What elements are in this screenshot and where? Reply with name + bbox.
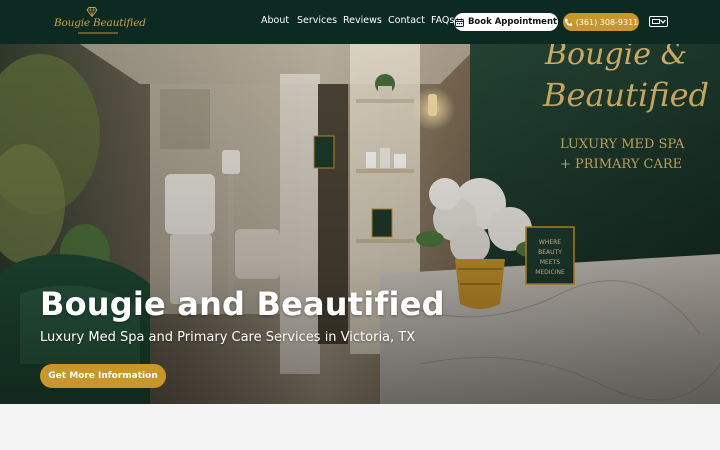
calendar-icon (454, 18, 464, 27)
phone-label: (361) 308-9311 (575, 17, 639, 27)
nav-contact[interactable]: Contact (388, 15, 425, 26)
hero-background-image: Bougie & Beautified LUXURY MED SPA + PRI… (0, 44, 720, 404)
hero-section: Bougie & Beautified LUXURY MED SPA + PRI… (0, 44, 720, 404)
phone-button[interactable]: (361) 308-9311 (563, 13, 639, 31)
nav-about[interactable]: About (261, 15, 289, 26)
phone-icon (564, 18, 572, 26)
logo-text: Bougie Beautified (54, 17, 146, 29)
chevron-down-icon (660, 19, 666, 24)
book-appointment-label: Book Appointment (467, 17, 558, 27)
flag-icon (652, 19, 660, 24)
diamond-icon (86, 7, 98, 17)
book-appointment-button[interactable]: Book Appointment (454, 13, 558, 31)
logo-tagline-line (78, 32, 118, 34)
hero-subtitle: Luxury Med Spa and Primary Care Services… (40, 330, 416, 345)
get-more-information-button[interactable]: Get More Information (40, 364, 166, 388)
nav-services[interactable]: Services (297, 15, 337, 26)
content-section-below-hero (0, 404, 720, 450)
nav-faqs[interactable]: FAQs (431, 15, 454, 26)
top-navbar: Bougie Beautified About Services Reviews… (0, 0, 720, 44)
brand-logo[interactable]: Bougie Beautified (50, 7, 146, 36)
hero-title: Bougie and Beautified (40, 285, 445, 323)
nav-reviews[interactable]: Reviews (343, 15, 382, 26)
language-selector[interactable] (649, 16, 668, 27)
